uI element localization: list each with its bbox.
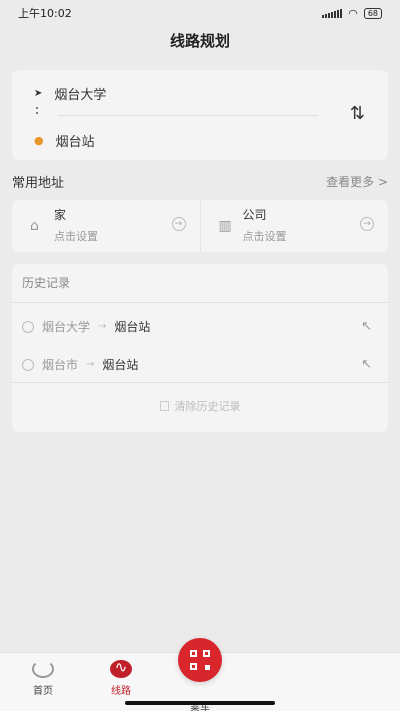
status-bar: 上午10:02 ◠ 68 [0,0,400,26]
building-icon: ▥ [218,218,232,234]
arrow-icon: → [86,359,95,370]
history-item[interactable]: 烟台大学 → 烟台站 ↖ [22,318,378,335]
navigation-arrow-icon: ➤ [34,88,43,99]
swap-icon[interactable]: ⇅ [350,103,365,124]
home-logo-icon [32,660,54,678]
clear-history-label: 清除历史记录 [174,400,241,413]
origin-text: 烟台大学 [54,88,107,103]
tab-label: 首页 [33,686,53,697]
tab-route[interactable]: 线路 [91,658,151,697]
history-from: 烟台市 [42,358,79,372]
history-card: 历史记录 烟台大学 → 烟台站 ↖ 烟台市 → 烟台站 ↖ 清除历史记录 [12,264,388,432]
signal-icon [322,8,343,18]
history-from: 烟台大学 [42,320,91,334]
fill-route-icon[interactable]: ↖ [361,319,372,334]
location-pin-icon: ● [34,134,44,147]
home-indicator [125,701,275,705]
arrow-icon: → [98,321,107,332]
tab-home[interactable]: 首页 [13,660,73,697]
frequent-address-title: 常用地址 [12,176,65,191]
clear-history-button[interactable]: 清除历史记录 [12,398,388,414]
history-title: 历史记录 [22,276,71,290]
status-time: 上午10:02 [18,7,72,20]
history-to: 烟台站 [114,320,151,334]
arrow-right-icon: → [360,217,374,231]
divider [12,302,388,303]
qr-code-icon [190,650,210,670]
page-title: 线路规划 [169,32,230,50]
route-icon [110,658,132,678]
divider [12,382,388,383]
home-icon: ⌂ [30,218,39,234]
destination-text: 烟台站 [55,135,95,150]
frequent-address-card: ⌂ 家 点击设置 → ▥ 公司 点击设置 → [12,200,388,252]
arrow-right-icon: → [171,217,186,231]
route-card: ➤ 烟台大学 ● 烟台站 ⇅ [12,70,388,160]
wifi-icon: ◠ [348,6,358,20]
address-home[interactable]: ⌂ 家 点击设置 → [12,200,200,252]
origin-field[interactable]: ➤ 烟台大学 [34,84,106,103]
clock-icon [22,358,34,371]
history-item[interactable]: 烟台市 → 烟台站 ↖ [22,356,378,373]
battery-indicator: 68 [363,7,382,19]
address-company[interactable]: ▥ 公司 点击设置 → [199,200,389,252]
history-to: 烟台站 [102,358,139,372]
ride-button[interactable] [178,638,222,682]
destination-field[interactable]: ● 烟台站 [34,131,95,150]
view-more-link[interactable]: 查看更多 > [326,173,388,190]
frequent-address-header: 常用地址 查看更多 > [12,172,388,191]
fill-route-icon[interactable]: ↖ [361,357,372,372]
route-dots [36,107,39,117]
route-divider [58,115,318,116]
tab-label: 线路 [111,686,131,697]
trash-icon [159,401,169,411]
clock-icon [22,320,34,333]
